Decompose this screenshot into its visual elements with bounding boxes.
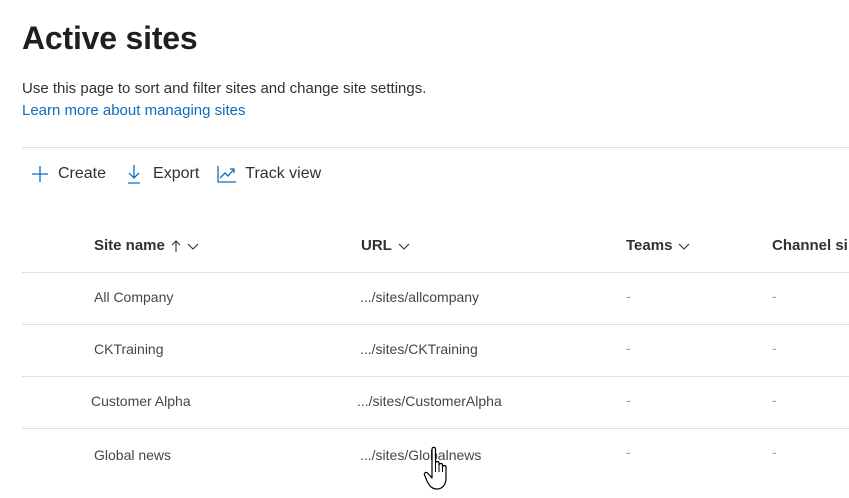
table-header: Site name URL Teams Channel si [22,222,849,273]
active-sites-page: Active sites Use this page to sort and f… [0,0,849,498]
chevron-down-icon [187,240,199,252]
chevron-down-icon [398,240,410,252]
channel-cell: - [772,340,777,356]
site-name-cell: CKTraining [94,341,164,357]
column-label: URL [361,237,392,254]
command-bar: Create Export Track view [22,160,339,188]
teams-cell: - [626,444,631,460]
teams-cell: - [626,392,631,408]
download-icon [124,164,144,184]
table-row[interactable]: Customer Alpha .../sites/CustomerAlpha -… [22,377,849,429]
channel-cell: - [772,392,777,408]
export-label: Export [153,165,200,182]
column-label: Channel si [772,237,848,254]
url-cell: .../sites/allcompany [360,289,480,305]
hand-pointer-cursor-icon [423,445,453,495]
plus-icon [30,164,50,184]
create-label: Create [58,165,107,182]
url-cell: .../sites/CKTraining [360,341,478,357]
column-header-url[interactable]: URL [361,237,410,254]
learn-more-link[interactable]: Learn more about managing sites [22,102,245,119]
track-view-button[interactable]: Track view [217,164,321,184]
page-description: Use this page to sort and filter sites a… [22,80,427,97]
site-name-cell: Customer Alpha [91,393,191,409]
table-row[interactable]: CKTraining .../sites/CKTraining - - [22,325,849,377]
column-label: Teams [626,237,673,254]
column-label: Site name [94,237,165,254]
site-name-cell: Global news [94,447,172,463]
sort-ascending-icon [171,239,181,253]
create-button[interactable]: Create [30,164,106,184]
url-cell: .../sites/CustomerAlpha [357,393,502,409]
chevron-down-icon [678,240,690,252]
teams-cell: - [626,340,631,356]
url-cell: .../sites/Globalnews [360,447,482,463]
column-header-teams[interactable]: Teams [626,237,690,254]
track-view-label: Track view [245,165,322,182]
export-button[interactable]: Export [124,164,199,184]
channel-cell: - [772,444,777,460]
column-header-site-name[interactable]: Site name [94,237,199,254]
channel-cell: - [772,288,777,304]
line-chart-icon [217,164,237,184]
toolbar-divider [22,147,849,148]
column-header-channel-sites[interactable]: Channel si [772,237,848,254]
site-name-cell: All Company [94,289,174,305]
table-row[interactable]: All Company .../sites/allcompany - - [22,273,849,325]
teams-cell: - [626,288,631,304]
page-title: Active sites [22,20,198,56]
